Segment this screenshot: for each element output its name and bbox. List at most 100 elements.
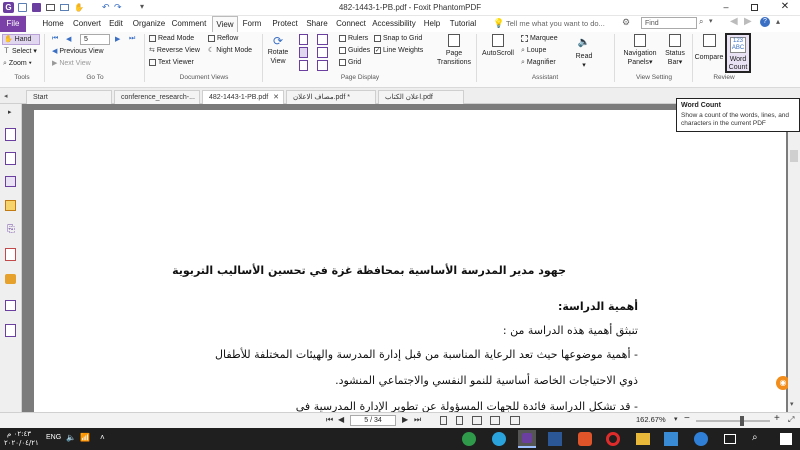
minimize-button[interactable]: – (716, 2, 736, 14)
menu-convert[interactable]: Convert (70, 16, 104, 32)
continuous-facing-icon[interactable] (317, 47, 328, 58)
split-view-icon[interactable] (317, 60, 328, 71)
layers-icon[interactable] (5, 176, 16, 187)
marquee-button[interactable]: Marquee (521, 34, 558, 44)
undo-icon[interactable]: ↶ (102, 2, 110, 13)
search-icon[interactable]: ⌕ (752, 432, 758, 443)
line-weights-checkbox[interactable]: ✓ Line Weights (374, 46, 423, 56)
compare-button[interactable]: Compare (694, 34, 724, 63)
scroll-thumb[interactable] (790, 150, 798, 162)
select-tool-button[interactable]: Ｔ Select ▾ (3, 47, 37, 57)
menu-connect[interactable]: Connect (335, 16, 367, 32)
find-options-icon[interactable]: ▾ (709, 17, 713, 25)
redo-icon[interactable]: ↷ (114, 2, 122, 13)
menu-protect[interactable]: Protect (270, 16, 300, 32)
tab-start[interactable]: Start (26, 90, 112, 104)
ribbon-collapse-icon[interactable]: ▴ (776, 17, 780, 26)
menu-organize[interactable]: Organize (132, 16, 166, 32)
security-lock-icon[interactable] (5, 274, 16, 284)
zoom-slider-thumb[interactable] (740, 416, 744, 426)
previous-view-button[interactable]: ◀ Previous View (52, 47, 104, 57)
read-mode-button[interactable]: Read Mode (149, 34, 194, 44)
tab-conference-research[interactable]: conference_research-... (114, 90, 200, 104)
fit-width-icon[interactable] (510, 416, 520, 425)
word-count-button[interactable]: 123 ABC Word Count (725, 33, 751, 73)
reverse-view-button[interactable]: ⇆ Reverse View (149, 46, 200, 56)
taskbar-app-word-icon[interactable] (548, 432, 562, 446)
maximize-button[interactable] (744, 2, 764, 14)
menu-comment[interactable]: Comment (171, 16, 207, 32)
taskbar-app-foxit-icon[interactable] (518, 430, 536, 448)
prev-page-icon[interactable]: ◀ (66, 35, 71, 43)
zoom-in-button[interactable]: + (774, 413, 780, 424)
nav-back-icon[interactable]: ◀ (730, 16, 738, 27)
menu-edit[interactable]: Edit (106, 16, 126, 32)
tab-masaf-alelan[interactable]: مصاف الاعلان.pdf * (286, 90, 376, 104)
hand-tool-button[interactable]: ✋ Hand (2, 34, 40, 45)
taskbar-app-opera-icon[interactable] (606, 432, 620, 446)
taskbar-app-brave-icon[interactable] (578, 432, 592, 446)
menu-help[interactable]: Help (422, 16, 442, 32)
save-icon[interactable] (32, 3, 41, 12)
close-button[interactable]: ✕ (774, 1, 796, 14)
zoom-dropdown-icon[interactable]: ▾ (674, 415, 678, 423)
zoom-level[interactable]: 162.67% (636, 415, 666, 424)
facing-view-icon[interactable] (472, 416, 482, 425)
email-icon[interactable] (60, 4, 69, 11)
continuous-page-icon[interactable] (299, 47, 308, 58)
autoscroll-button[interactable]: AutoScroll (480, 34, 516, 59)
navigation-panels-button[interactable]: Navigation Panels▾ (620, 34, 660, 67)
status-page-input[interactable]: 5 / 34 (350, 415, 396, 426)
pdf-page[interactable]: جهود مدير المدرسة الأساسية بمحافظة غزة ف… (34, 110, 786, 413)
menu-tutorial[interactable]: Tutorial (449, 16, 477, 32)
expand-icon[interactable]: ⤢ (788, 415, 794, 425)
status-bar-button[interactable]: Status Bar▾ (662, 34, 688, 67)
fields-icon[interactable] (5, 300, 16, 311)
snap-to-grid-checkbox[interactable]: Snap to Grid (374, 34, 422, 44)
open-icon[interactable] (18, 3, 27, 12)
vertical-scrollbar[interactable]: ▴ ▾ (788, 104, 800, 412)
comments-icon[interactable] (5, 200, 16, 211)
settings-icon[interactable]: ⚙ (622, 17, 630, 28)
hand-tool-icon[interactable]: ✋ (74, 3, 84, 12)
language-indicator[interactable]: ENG (46, 434, 61, 441)
sidebar-expand-icon[interactable]: ▸ (8, 108, 12, 116)
tab-elan-alketab[interactable]: اعلان الكتاب.pdf (378, 90, 464, 104)
first-page-icon[interactable]: ⏮ (52, 35, 58, 43)
task-view-icon[interactable] (724, 434, 736, 444)
taskbar-app-store-icon[interactable] (664, 432, 678, 446)
taskbar-app-telegram-icon[interactable] (492, 432, 506, 446)
next-page-icon[interactable]: ▶ (402, 415, 408, 424)
tell-me-input[interactable]: Tell me what you want to do... (506, 18, 616, 30)
find-search-icon[interactable]: ⌕ (699, 17, 703, 27)
scroll-down-icon[interactable]: ▾ (790, 400, 794, 408)
signatures-icon[interactable] (5, 248, 16, 261)
single-page-view-icon[interactable] (440, 416, 447, 425)
last-page-icon[interactable]: ⏭ (129, 35, 135, 43)
rotate-view-button[interactable]: ⟳ Rotate View (264, 34, 292, 66)
loupe-button[interactable]: ⌕ Loupe (521, 46, 546, 56)
last-page-icon[interactable]: ⏭ (414, 415, 421, 425)
menu-accessibility[interactable]: Accessibility (372, 16, 416, 32)
menu-file[interactable]: File (0, 16, 26, 32)
night-mode-button[interactable]: ☾ Night Mode (208, 46, 252, 56)
nav-forward-icon[interactable]: ▶ (744, 16, 752, 27)
tab-482-pdf[interactable]: 482-1443-1-PB.pdf ✕ (202, 90, 284, 104)
help-question-icon[interactable]: ? (760, 17, 770, 27)
start-windows-icon[interactable] (780, 433, 792, 445)
content-icon[interactable] (5, 324, 16, 337)
reflow-button[interactable]: Reflow (208, 34, 238, 44)
zoom-out-button[interactable]: − (684, 413, 690, 424)
rulers-checkbox[interactable]: Rulers (339, 34, 368, 44)
taskbar-app-files-icon[interactable] (636, 433, 650, 445)
customize-icon[interactable]: ▾ (140, 2, 144, 11)
taskbar-app-chrome-icon[interactable] (462, 432, 476, 446)
print-icon[interactable] (46, 4, 55, 11)
next-page-icon[interactable]: ▶ (115, 35, 120, 43)
facing-page-icon[interactable] (317, 34, 328, 45)
guides-checkbox[interactable]: Guides (339, 46, 370, 56)
next-view-button[interactable]: ▶ Next View (52, 59, 91, 69)
volume-icon[interactable]: 🔈 (66, 433, 76, 442)
text-viewer-button[interactable]: Text Viewer (149, 58, 194, 68)
magnifier-button[interactable]: ⌕ Magnifier (521, 58, 556, 68)
